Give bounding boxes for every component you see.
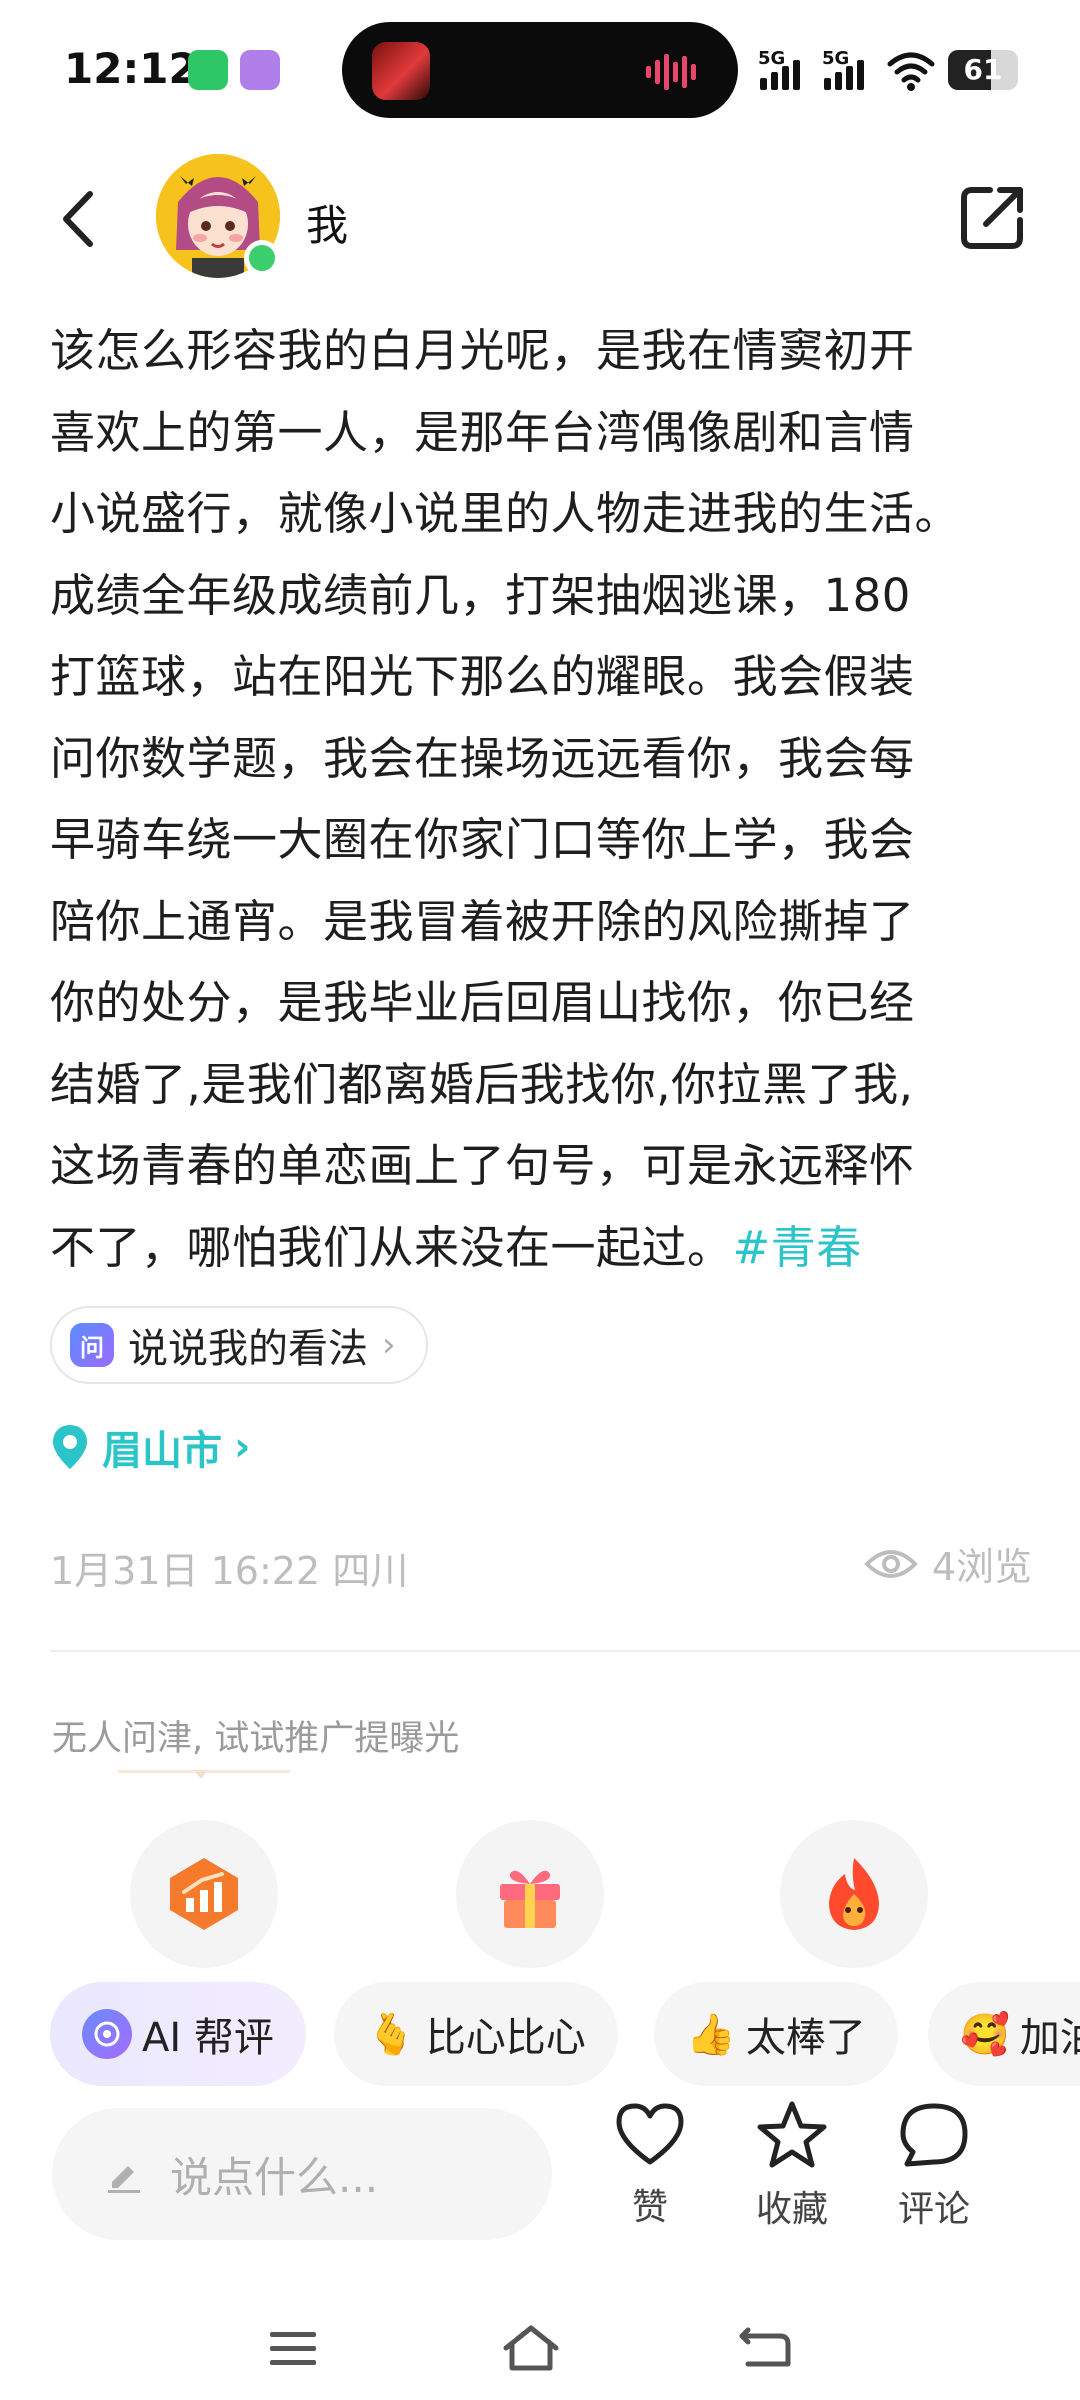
heart-icon [616,2103,684,2165]
finger-heart-icon: 🫰 [366,2011,416,2058]
username[interactable]: 我 [306,192,348,253]
eye-icon [863,1549,918,1578]
music-waveform-icon [646,54,696,90]
comment-label: 评论 [897,2189,970,2230]
signal-icon: 5G [822,48,874,92]
reaction-chip[interactable]: 👍 太棒了 [654,1982,898,2086]
location-link[interactable]: 眉山市 › [50,1418,250,1476]
quick-reactions: AI 帮评 🫰 比心比心 👍 太棒了 🥰 加油 [50,1982,1080,2088]
menu-icon[interactable] [258,2318,328,2378]
status-bar: 12:12 5G 5G 61 [0,0,1080,140]
post-line: 喜欢上的第一人，是那年台湾偶像剧和言情 [50,405,915,459]
like-label: 赞 [631,2187,668,2228]
fire-icon [829,1858,879,1930]
reaction-label: 加油 [1019,2015,1080,2061]
star-icon [757,2101,827,2168]
system-nav-bar [0,2300,1080,2400]
thumbs-up-icon: 👍 [686,2011,736,2058]
share-opinion-chip[interactable]: 问 说说我的看法 › [50,1306,428,1384]
post-line: 你的处分，是我毕业后回眉山找你，你已经 [50,976,915,1029]
wechat-icon [188,50,228,90]
reaction-chip[interactable]: 🥰 加油 [928,1982,1080,2086]
share-opinion-label: 说说我的看法 [128,1326,368,1372]
post-line: 这场青春的单恋画上了句号，可是永远释怀 [50,1139,915,1192]
boost-chart-icon [170,1858,238,1930]
collect-button[interactable]: 收藏 [732,2100,852,2232]
gift-icon [500,1870,560,1928]
view-count: 4浏览 [863,1536,1032,1591]
post-timestamp: 1月31日 16:22 四川 [50,1549,409,1593]
post-body: 该怎么形容我的白月光呢，是我在情窦初开 喜欢上的第一人，是那年台湾偶像剧和言情 … [50,310,1050,1288]
comment-input[interactable]: 说点什么... [52,2108,552,2240]
like-button[interactable]: 赞 [590,2100,710,2230]
promo-caret [194,1770,208,1784]
post-line: 早骑车绕一大圈在你家门口等你上学，我会 [50,813,915,866]
reaction-chip[interactable]: 🫰 比心比心 [334,1982,618,2086]
signal-icon: 5G [758,48,810,92]
chat-bubble-icon [900,2103,968,2167]
post-line: 该怎么形容我的白月光呢，是我在情窦初开 [50,324,915,377]
app-notification-icon [240,50,280,90]
boost-button[interactable] [130,1820,278,1968]
reaction-label: 比心比心 [425,2015,586,2061]
hashtag-link[interactable]: #青春 [733,1221,862,1274]
home-icon[interactable] [496,2318,566,2378]
location-pin-icon [53,1425,87,1469]
question-icon: 问 [70,1323,114,1367]
status-indicators: 5G 5G 61 [758,46,1018,94]
post-line-last: 不了，哪怕我们从来没在一起过。#青春 [50,1207,1050,1289]
battery-icon: 61 [948,50,1018,90]
comment-placeholder: 说点什么... [170,2152,379,2202]
album-art-icon [372,42,430,100]
post-header: 我 [0,140,1080,300]
dynamic-island[interactable] [342,22,738,118]
post-line: 问你数学题，我会在操场远远看你，我会每 [50,731,915,785]
online-status-indicator [244,240,280,276]
collect-label: 收藏 [755,2189,828,2230]
post-line: 结婚了,是我们都离婚后我找你,你拉黑了我, [50,1057,914,1111]
chevron-right-icon: › [234,1424,251,1470]
comment-button[interactable]: 评论 [874,2100,994,2232]
view-count-label: 4浏览 [931,1545,1032,1589]
pencil-icon [108,2166,140,2193]
divider [50,1650,1080,1652]
chevron-right-icon: › [382,1325,396,1365]
share-icon[interactable] [956,180,1030,254]
location-label: 眉山市 [102,1428,222,1474]
post-line: 小说盛行，就像小说里的人物走进我的生活。 [50,487,961,540]
ai-icon [82,2009,132,2059]
reaction-label: 太棒了 [745,2015,866,2061]
reaction-label: AI 帮评 [142,2015,274,2061]
ai-comment-button[interactable]: AI 帮评 [50,1982,306,2086]
status-time: 12:12 [64,44,198,93]
hot-button[interactable] [780,1820,928,1968]
back-nav-icon[interactable] [730,2318,800,2378]
post-line: 不了，哪怕我们从来没在一起过。 [50,1220,733,1274]
smiling-face-icon: 🥰 [960,2011,1010,2058]
promo-hint: 无人问津, 试试推广提曝光 [52,1719,460,1759]
post-line: 陪你上通宵。是我冒着被开除的风险撕掉了 [50,894,915,948]
post-line: 打篮球，站在阳光下那么的耀眼。我会假装 [50,650,915,703]
gift-button[interactable] [456,1820,604,1968]
wifi-icon [887,52,935,91]
post-line: 成绩全年级成绩前几，打架抽烟逃课，180 [50,568,911,622]
back-icon[interactable] [50,184,110,254]
